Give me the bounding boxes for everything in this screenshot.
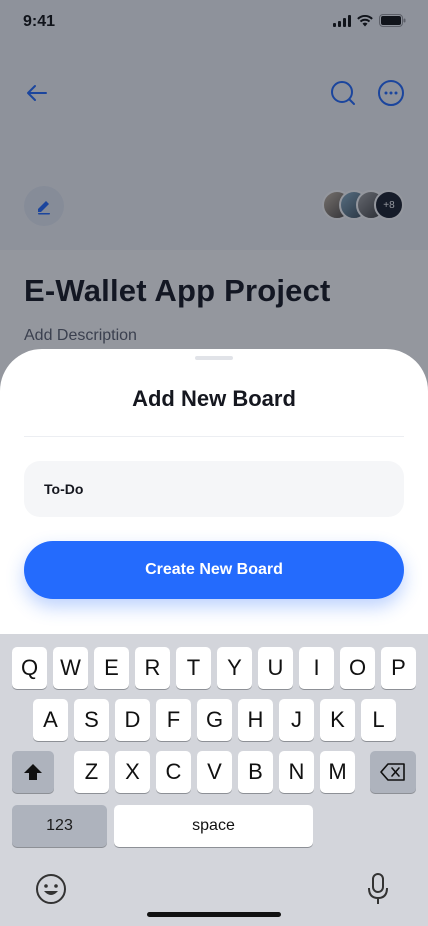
microphone-key[interactable] <box>366 872 390 906</box>
key-q[interactable]: Q <box>12 647 47 689</box>
sheet-handle[interactable] <box>195 356 233 360</box>
key-c[interactable]: C <box>156 751 191 793</box>
key-w[interactable]: W <box>53 647 88 689</box>
backspace-key[interactable] <box>370 751 416 793</box>
key-g[interactable]: G <box>197 699 232 741</box>
key-k[interactable]: K <box>320 699 355 741</box>
key-n[interactable]: N <box>279 751 314 793</box>
key-x[interactable]: X <box>115 751 150 793</box>
key-d[interactable]: D <box>115 699 150 741</box>
key-m[interactable]: M <box>320 751 355 793</box>
key-u[interactable]: U <box>258 647 293 689</box>
emoji-key[interactable] <box>34 872 68 906</box>
microphone-icon <box>368 873 388 904</box>
shift-icon <box>24 764 42 780</box>
key-e[interactable]: E <box>94 647 129 689</box>
emoji-icon <box>36 874 66 904</box>
key-l[interactable]: L <box>361 699 396 741</box>
home-indicator[interactable] <box>147 912 281 917</box>
key-j[interactable]: J <box>279 699 314 741</box>
numbers-key[interactable]: 123 <box>12 805 107 847</box>
key-f[interactable]: F <box>156 699 191 741</box>
key-h[interactable]: H <box>238 699 273 741</box>
keyboard: QWERTYUIOP ASDFGHJKL ZXCVBNM 123 space <box>0 634 428 926</box>
create-board-button[interactable]: Create New Board <box>24 541 404 599</box>
board-name-input[interactable] <box>24 461 404 517</box>
space-key[interactable]: space <box>114 805 313 847</box>
key-z[interactable]: Z <box>74 751 109 793</box>
key-i[interactable]: I <box>299 647 334 689</box>
key-t[interactable]: T <box>176 647 211 689</box>
key-b[interactable]: B <box>238 751 273 793</box>
key-o[interactable]: O <box>340 647 375 689</box>
key-v[interactable]: V <box>197 751 232 793</box>
sheet-title: Add New Board <box>132 386 296 411</box>
key-p[interactable]: P <box>381 647 416 689</box>
divider <box>24 436 404 437</box>
shift-key[interactable] <box>12 751 54 793</box>
key-s[interactable]: S <box>74 699 109 741</box>
key-a[interactable]: A <box>33 699 68 741</box>
key-y[interactable]: Y <box>217 647 252 689</box>
key-r[interactable]: R <box>135 647 170 689</box>
backspace-icon <box>380 763 405 781</box>
